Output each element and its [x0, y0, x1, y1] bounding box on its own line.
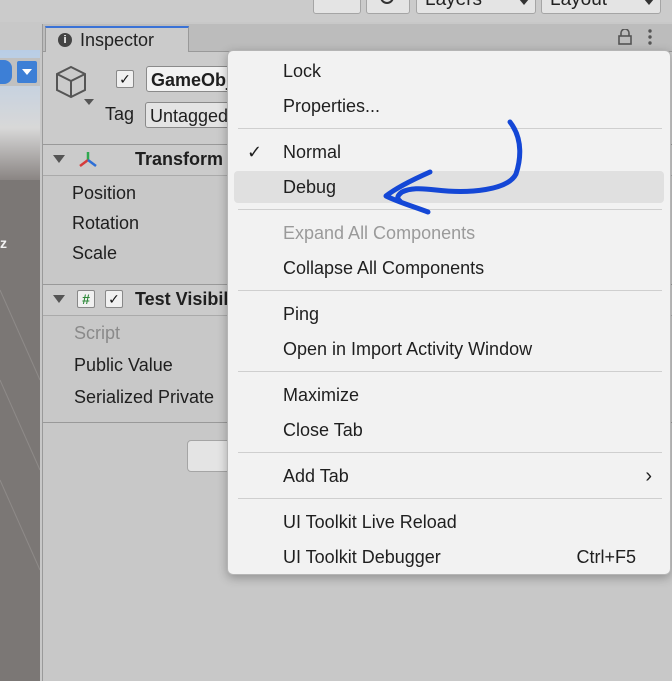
- menu-item-maximize[interactable]: Maximize: [234, 379, 664, 411]
- chevron-down-icon: [519, 0, 529, 5]
- menu-item-shortcut: Ctrl+F5: [576, 547, 636, 567]
- foldout-arrow-icon[interactable]: [53, 155, 65, 163]
- menu-separator: [238, 498, 662, 499]
- menu-item-label: Ping: [283, 304, 320, 324]
- tab-inspector[interactable]: i Inspector: [45, 26, 189, 52]
- menu-item-properties[interactable]: Properties...: [234, 90, 664, 122]
- search-button[interactable]: [366, 0, 410, 14]
- script-icon: #: [77, 290, 95, 308]
- inspector-context-menu: Lock Properties... ✓ Normal Debug Expand…: [227, 50, 671, 575]
- position-label: Position: [72, 183, 137, 203]
- component-enabled-checkbox[interactable]: ✓: [105, 290, 123, 308]
- menu-item-label: Lock: [283, 61, 322, 81]
- menu-separator: [238, 452, 662, 453]
- scene-toolbar: [0, 58, 40, 86]
- scene-axis-label: z: [0, 235, 7, 251]
- script-label: Script: [74, 323, 121, 343]
- serialized-private-label: Serialized Private: [74, 387, 215, 407]
- tag-label: Tag: [105, 104, 135, 124]
- menu-item-close-tab[interactable]: Close Tab: [234, 414, 664, 446]
- globe-icon[interactable]: [0, 60, 12, 84]
- transform-icon: [79, 152, 97, 167]
- menu-item-label: Add Tab: [283, 466, 349, 486]
- menu-item-ui-toolkit-debugger[interactable]: UI Toolkit Debugger Ctrl+F5: [234, 541, 664, 573]
- menu-item-label: Close Tab: [283, 420, 363, 440]
- inspector-tab-strip: i Inspector: [43, 24, 672, 52]
- transform-title: Transform: [135, 149, 224, 169]
- chevron-down-icon: [644, 0, 654, 5]
- menu-item-label: Properties...: [283, 96, 381, 116]
- scene-grid: [0, 289, 40, 571]
- layout-dropdown-label: Layout: [550, 0, 607, 10]
- info-icon: i: [58, 33, 72, 47]
- menu-item-debug[interactable]: Debug: [234, 171, 664, 203]
- checkmark-icon: ✓: [247, 142, 263, 162]
- menu-item-lock[interactable]: Lock: [234, 55, 664, 87]
- menu-separator: [238, 290, 662, 291]
- gameobject-active-checkbox[interactable]: ✓: [116, 70, 134, 88]
- menu-item-expand-all-components: Expand All Components: [234, 217, 664, 249]
- menu-item-label: Debug: [283, 177, 337, 197]
- layers-dropdown-label: Layers: [425, 0, 482, 10]
- layers-dropdown[interactable]: Layers: [416, 0, 536, 14]
- chevron-right-icon: ›: [645, 465, 652, 487]
- main-toolbar: Layers Layout: [0, 0, 672, 22]
- gameobject-cube-icon: [56, 65, 86, 99]
- menu-item-ui-toolkit-live-reload[interactable]: UI Toolkit Live Reload: [234, 506, 664, 538]
- menu-item-label: Maximize: [283, 385, 360, 405]
- menu-item-label: UI Toolkit Live Reload: [283, 512, 457, 532]
- menu-item-add-tab[interactable]: Add Tab ›: [234, 460, 664, 492]
- search-icon: [380, 0, 394, 4]
- menu-item-label: Open in Import Activity Window: [283, 339, 533, 359]
- lock-icon[interactable]: [618, 29, 632, 45]
- more-options-icon[interactable]: [648, 28, 652, 46]
- scene-view[interactable]: z: [0, 50, 40, 681]
- scale-label: Scale: [72, 243, 118, 263]
- rotation-label: Rotation: [72, 213, 140, 233]
- scene-tab-strip: ⋮: [0, 28, 40, 79]
- menu-item-normal[interactable]: ✓ Normal: [234, 136, 664, 168]
- menu-item-label: Collapse All Components: [283, 258, 485, 278]
- menu-item-ping[interactable]: Ping: [234, 298, 664, 330]
- undo-history-button[interactable]: [313, 0, 361, 14]
- public-value-label: Public Value: [74, 355, 173, 375]
- menu-item-label: Normal: [283, 142, 342, 162]
- menu-separator: [238, 371, 662, 372]
- menu-separator: [238, 128, 662, 129]
- scene-dropdown-button[interactable]: [17, 61, 37, 83]
- menu-item-open-in-import-activity-window[interactable]: Open in Import Activity Window: [234, 333, 664, 365]
- menu-item-collapse-all-components[interactable]: Collapse All Components: [234, 252, 664, 284]
- foldout-arrow-icon[interactable]: [53, 295, 65, 303]
- menu-item-label: UI Toolkit Debugger: [283, 547, 441, 567]
- tab-inspector-label: Inspector: [80, 30, 155, 50]
- layout-dropdown[interactable]: Layout: [541, 0, 661, 14]
- menu-separator: [238, 209, 662, 210]
- chevron-down-icon[interactable]: [83, 98, 95, 106]
- menu-item-label: Expand All Components: [283, 223, 476, 243]
